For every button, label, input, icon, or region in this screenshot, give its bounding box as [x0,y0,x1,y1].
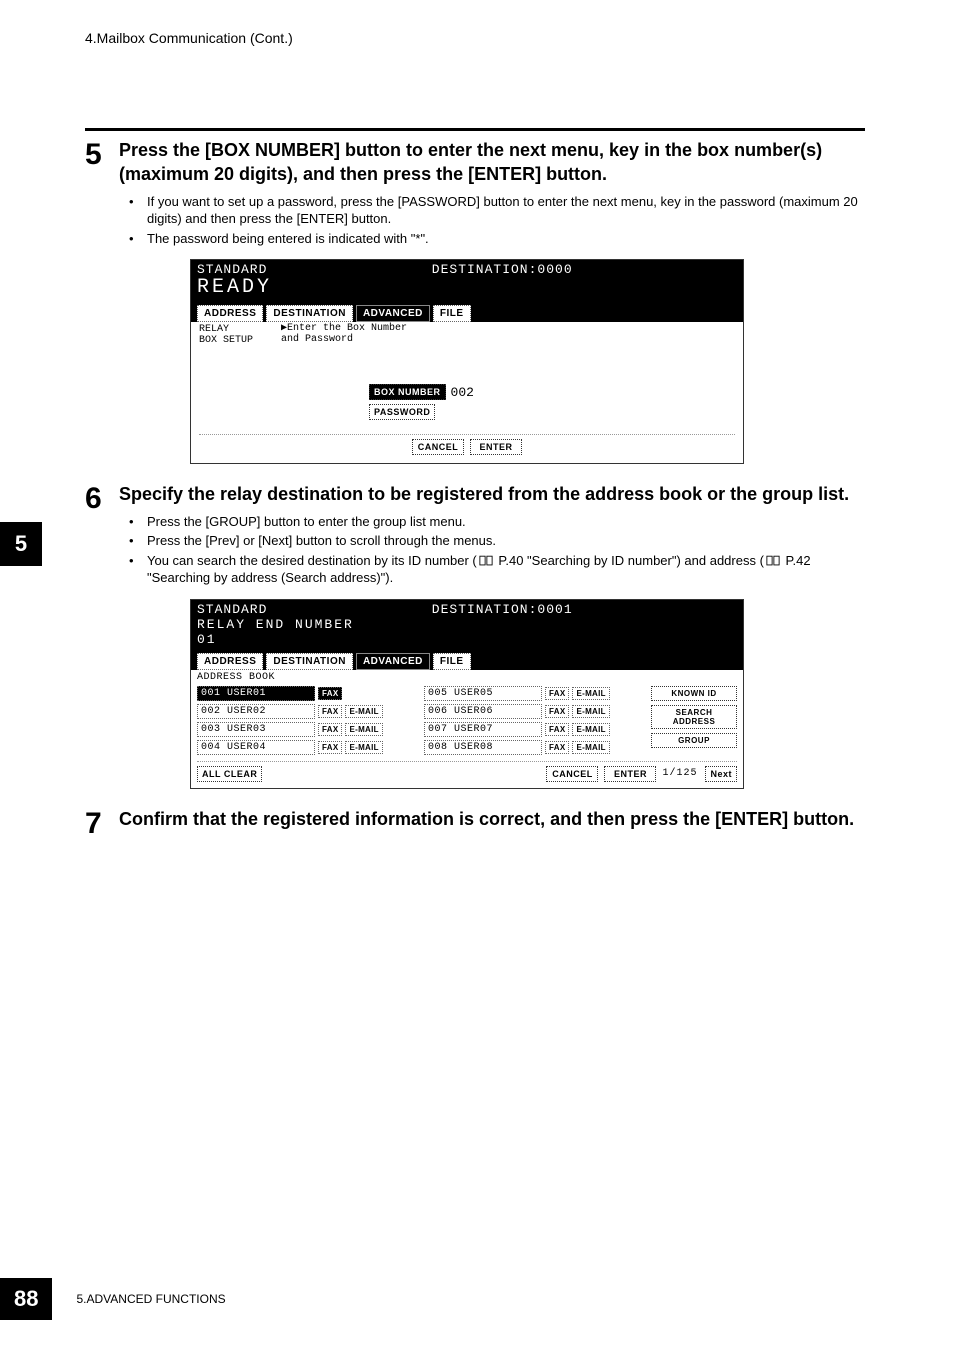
page-footer: 88 5.ADVANCED FUNCTIONS [0,1278,226,1320]
box-number-button[interactable]: BOX NUMBER [369,384,446,400]
lcd-status: STANDARD [197,602,267,617]
tab-destination[interactable]: DESTINATION [266,653,353,670]
email-chip[interactable]: E-MAIL [572,741,609,754]
email-chip[interactable]: E-MAIL [572,705,609,718]
book-icon [766,555,780,566]
fax-chip[interactable]: FAX [545,741,569,754]
password-button[interactable]: PASSWORD [369,404,435,420]
group-button[interactable]: GROUP [651,733,737,748]
lcd-context-1: RELAY [199,324,253,335]
tab-advanced[interactable]: ADVANCED [356,653,430,670]
email-chip[interactable]: E-MAIL [345,705,382,718]
bullet-item: Press the [Prev] or [Next] button to scr… [137,532,865,550]
address-entry[interactable]: 003 USER03FAXE-MAIL [197,722,418,737]
fax-chip[interactable]: FAX [318,723,342,736]
search-address-button[interactable]: SEARCH ADDRESS [651,705,737,729]
tab-address[interactable]: ADDRESS [197,653,263,670]
page-indicator: 1/125 [662,768,697,779]
next-button[interactable]: Next [705,766,737,782]
step-number: 6 [85,482,119,588]
tab-file[interactable]: FILE [433,653,471,670]
address-entry[interactable]: 001 USER01FAX [197,686,418,701]
address-entry[interactable]: 008 USER08FAXE-MAIL [424,740,645,755]
email-chip[interactable]: E-MAIL [572,723,609,736]
email-chip[interactable]: E-MAIL [345,723,382,736]
email-chip[interactable]: E-MAIL [572,687,609,700]
bullet-item: If you want to set up a password, press … [137,193,865,228]
book-icon [479,555,493,566]
step-6: 6 Specify the relay destination to be re… [85,482,865,588]
lcd-hint-2: and Password [281,335,407,346]
box-number-value: 002 [451,385,474,400]
fax-chip[interactable]: FAX [545,687,569,700]
enter-button[interactable]: ENTER [604,766,656,782]
address-entry[interactable]: 007 USER07FAXE-MAIL [424,722,645,737]
address-entry[interactable]: 006 USER06FAXE-MAIL [424,704,645,719]
tab-destination[interactable]: DESTINATION [266,305,353,322]
fax-chip[interactable]: FAX [318,687,342,700]
address-book-label: ADDRESS BOOK [197,672,737,683]
step-title: Press the [BOX NUMBER] button to enter t… [119,138,865,187]
step-5: 5 Press the [BOX NUMBER] button to enter… [85,138,865,249]
email-chip[interactable]: E-MAIL [345,741,382,754]
address-entry[interactable]: 004 USER04FAXE-MAIL [197,740,418,755]
cancel-button[interactable]: CANCEL [546,766,598,782]
lcd-destination-count: DESTINATION:0001 [432,602,573,617]
address-entry[interactable]: 005 USER05FAXE-MAIL [424,686,645,701]
lcd-subheader-2: 01 [197,632,737,647]
chapter-label: 5.ADVANCED FUNCTIONS [76,1292,225,1306]
lcd-context-2: BOX SETUP [199,335,253,346]
step-number: 7 [85,807,119,839]
tab-address[interactable]: ADDRESS [197,305,263,322]
lcd-screenshot-2: STANDARD DESTINATION:0001 RELAY END NUMB… [190,599,744,789]
lcd-ready: READY [197,277,737,299]
bullet-item: The password being entered is indicated … [137,230,865,248]
fax-chip[interactable]: FAX [318,705,342,718]
fax-chip[interactable]: FAX [318,741,342,754]
sidebar-chapter-tab: 5 [0,522,42,566]
lcd-destination-count: DESTINATION:0000 [432,262,573,277]
rule-top [85,128,865,131]
page-number: 88 [0,1278,52,1320]
lcd-status: STANDARD [197,262,267,277]
all-clear-button[interactable]: ALL CLEAR [197,766,262,782]
tab-advanced[interactable]: ADVANCED [356,305,430,322]
fax-chip[interactable]: FAX [545,705,569,718]
step-title: Specify the relay destination to be regi… [119,482,865,506]
address-entry[interactable]: 002 USER02FAXE-MAIL [197,704,418,719]
bullet-item: You can search the desired destination b… [137,552,865,587]
step-7: 7 Confirm that the registered informatio… [85,807,865,839]
enter-button[interactable]: ENTER [470,439,522,455]
bullet-item: Press the [GROUP] button to enter the gr… [137,513,865,531]
tab-file[interactable]: FILE [433,305,471,322]
lcd-screenshot-1: STANDARD DESTINATION:0000 READY ADDRESS … [190,259,744,464]
known-id-button[interactable]: KNOWN ID [651,686,737,701]
lcd-subheader-1: RELAY END NUMBER [197,617,737,632]
step-number: 5 [85,138,119,249]
cancel-button[interactable]: CANCEL [412,439,464,455]
header-breadcrumb: 4.Mailbox Communication (Cont.) [85,30,293,46]
step-title: Confirm that the registered information … [119,807,865,831]
fax-chip[interactable]: FAX [545,723,569,736]
